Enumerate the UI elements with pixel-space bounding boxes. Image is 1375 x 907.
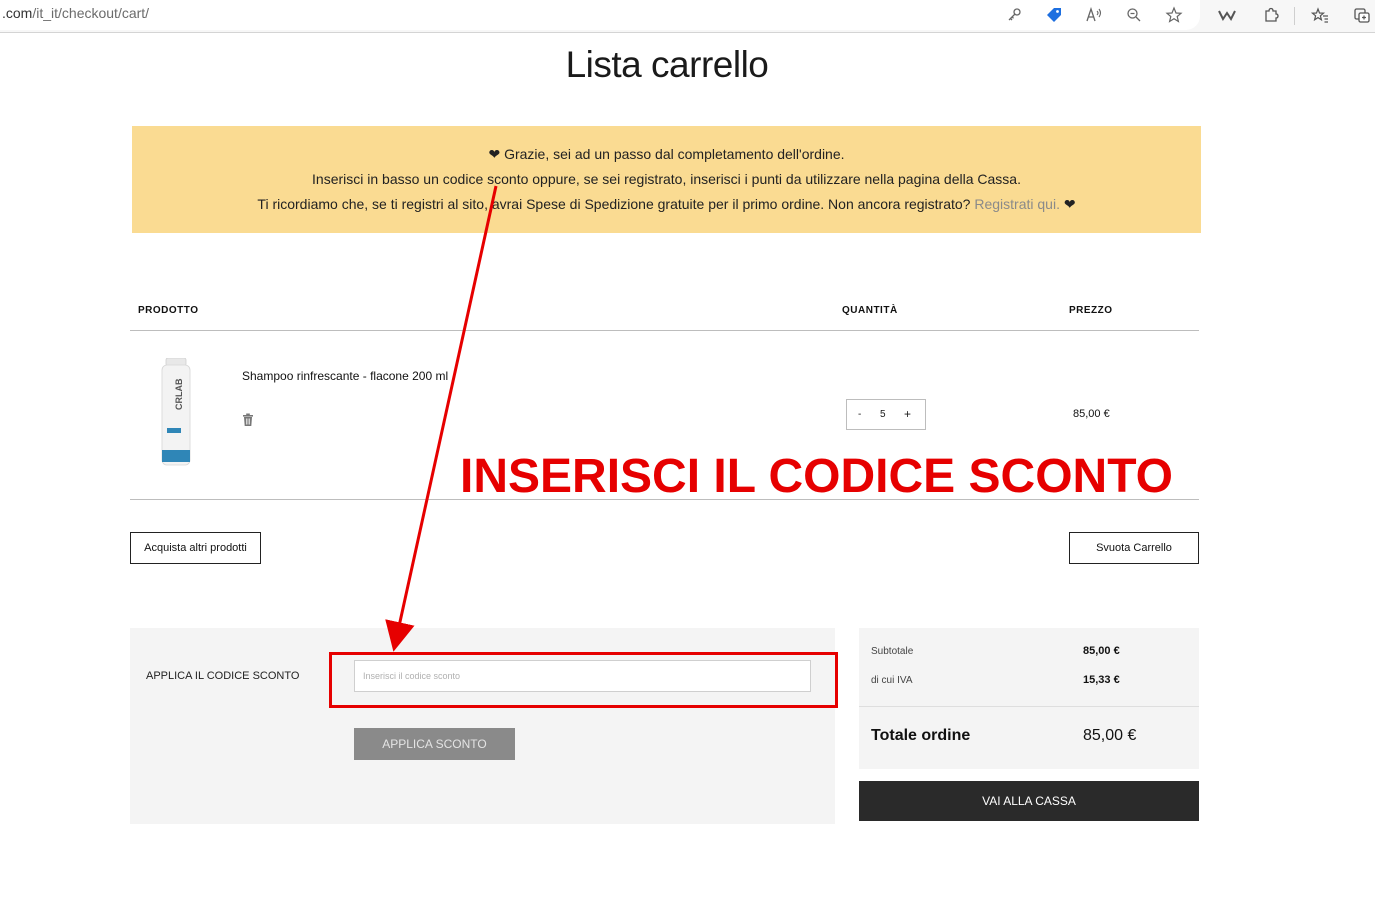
quantity-stepper[interactable]: - 5 + (846, 399, 926, 430)
product-price: 85,00 € (1073, 408, 1110, 420)
page-title: Lista carrello (565, 44, 769, 85)
order-total-label: Totale ordine (871, 727, 971, 744)
url-host: .com (2, 5, 33, 21)
read-aloud-icon[interactable] (1083, 4, 1105, 26)
table-header-divider (130, 330, 1199, 331)
register-link[interactable]: Registrati qui. (974, 196, 1060, 212)
tax-value: 15,33 € (1083, 674, 1120, 686)
browser-toolbar: .com/it_it/checkout/cart/ (0, 0, 1375, 33)
zoom-out-icon[interactable] (1123, 4, 1145, 26)
product-image[interactable]: CRLAB (160, 357, 192, 468)
apply-coupon-button[interactable]: APPLICA SCONTO (354, 728, 515, 760)
quantity-decrement-button[interactable]: - (858, 409, 861, 420)
continue-shopping-button[interactable]: Acquista altri prodotti (130, 532, 261, 564)
quantity-value[interactable]: 5 (880, 409, 886, 420)
favorite-star-icon[interactable] (1163, 4, 1185, 26)
notice-line-3: Ti ricordiamo che, se ti registri al sit… (132, 196, 1201, 213)
column-header-quantity: QUANTITÀ (842, 305, 898, 316)
coupon-label: APPLICA IL CODICE SCONTO (146, 670, 300, 682)
toolbar-separator (1294, 7, 1295, 25)
heart-icon: ❤ (1063, 196, 1076, 212)
product-name[interactable]: Shampoo rinfrescante - flacone 200 ml (242, 369, 448, 383)
column-header-product: PRODOTTO (138, 305, 199, 316)
address-bar[interactable]: .com/it_it/checkout/cart/ (0, 0, 1200, 30)
address-url[interactable]: .com/it_it/checkout/cart/ (2, 5, 149, 21)
favorites-icon[interactable] (1309, 4, 1331, 26)
collections-icon[interactable] (1351, 4, 1373, 26)
svg-text:CRLAB: CRLAB (174, 378, 184, 410)
info-notice: ❤ Grazie, sei ad un passo dal completame… (132, 126, 1201, 233)
notice-line-1: ❤ Grazie, sei ad un passo dal completame… (488, 146, 845, 162)
quantity-increment-button[interactable]: + (904, 407, 911, 421)
key-icon[interactable] (1003, 4, 1025, 26)
order-total-value: 85,00 € (1083, 727, 1137, 744)
extension-icon[interactable] (1260, 4, 1282, 26)
notice-line-3-text: Ti ricordiamo che, se ti registri al sit… (257, 196, 971, 212)
annotation-text: INSERISCI IL CODICE SCONTO (460, 450, 1173, 503)
summary-divider (859, 706, 1199, 707)
column-header-price: PREZZO (1069, 305, 1113, 316)
checkout-button[interactable]: VAI ALLA CASSA (859, 781, 1199, 821)
empty-cart-button[interactable]: Svuota Carrello (1069, 532, 1199, 564)
trash-icon[interactable] (242, 413, 254, 427)
url-path: /it_it/checkout/cart/ (32, 5, 150, 21)
performance-icon[interactable] (1216, 4, 1238, 26)
annotation-highlight-box (329, 652, 838, 708)
subtotal-value: 85,00 € (1083, 645, 1120, 657)
tag-icon[interactable] (1043, 4, 1065, 26)
tax-label: di cui IVA (871, 675, 913, 686)
subtotal-label: Subtotale (871, 646, 914, 657)
notice-line-2: Inserisci in basso un codice sconto oppu… (312, 171, 1021, 187)
